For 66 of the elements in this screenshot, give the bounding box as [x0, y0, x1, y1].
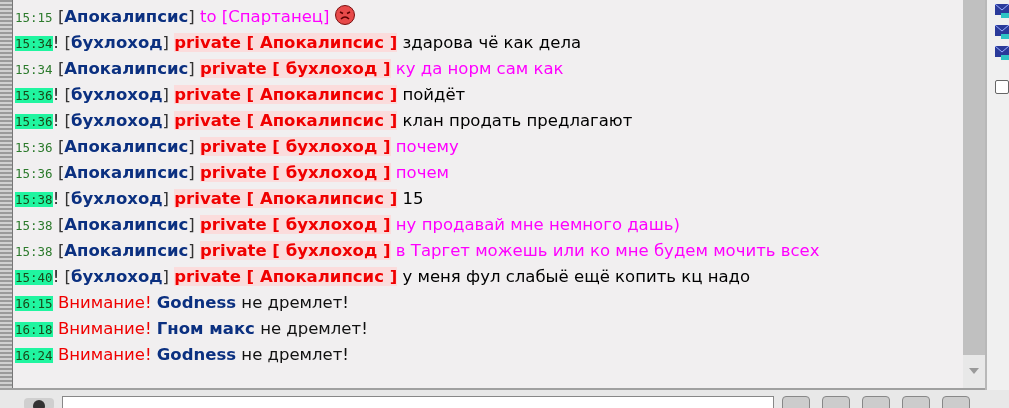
private-label: private [ Апокалипсис ] [174, 267, 398, 286]
timestamp: 15:38 [15, 192, 53, 207]
private-label: private [ бухлоход ] [200, 215, 391, 234]
message-text: почему [395, 137, 459, 156]
message-text: ку да норм сам как [395, 59, 564, 78]
scroll-down-icon[interactable] [969, 368, 979, 374]
private-mark: ! [52, 33, 60, 52]
message-text: не дремлет! [260, 319, 368, 338]
checkbox[interactable] [995, 80, 1009, 94]
private-label: private [ бухлоход ] [200, 241, 391, 260]
player-name: Гном макс [156, 319, 255, 338]
sender-name[interactable]: [бухлоход] [64, 267, 170, 286]
private-label: private [ бухлоход ] [200, 163, 391, 182]
sender-name[interactable]: [бухлоход] [64, 111, 170, 130]
envelope-icon[interactable] [995, 3, 1009, 19]
private-label: private [ Апокалипсис ] [174, 189, 398, 208]
sender-name[interactable]: [Апокалипсис] [57, 7, 195, 26]
private-label: private [ Апокалипсис ] [174, 111, 398, 130]
alert-label: Внимание! [57, 319, 152, 338]
private-label: private [ бухлоход ] [200, 59, 391, 78]
timestamp: 16:24 [15, 348, 53, 363]
player-name: Godness [156, 293, 237, 312]
message-text: клан продать предлагают [402, 111, 633, 130]
timestamp: 16:18 [15, 322, 53, 337]
sender-name[interactable]: [бухлоход] [64, 189, 170, 208]
private-label: private [ бухлоход ] [200, 137, 391, 156]
private-mark: ! [52, 189, 60, 208]
alert-label: Внимание! [57, 345, 152, 364]
private-label: private [ Апокалипсис ] [174, 85, 398, 104]
timestamp: 15:40 [15, 270, 53, 285]
message-text: пойдёт [402, 85, 466, 104]
timestamp: 16:15 [15, 296, 53, 311]
timestamp: 15:38 [15, 244, 53, 259]
person-icon[interactable] [24, 396, 54, 408]
alert-label: Внимание! [57, 293, 152, 312]
message-text: у меня фул слабыё ещё копить кц надо [402, 267, 751, 286]
timestamp: 15:38 [15, 218, 53, 233]
message-text: здарова чё как дела [402, 33, 582, 52]
timestamp: 15:36 [15, 114, 53, 129]
private-mark: ! [52, 85, 60, 104]
sender-name[interactable]: [Апокалипсис] [57, 59, 195, 78]
message-text: 15 [402, 189, 424, 208]
envelope-icon[interactable] [995, 45, 1009, 61]
timestamp: 15:36 [15, 140, 53, 155]
timestamp: 15:34 [15, 62, 53, 77]
message-text: в Таргет можешь или ко мне будем мочить всех [395, 241, 820, 260]
timestamp: 15:36 [15, 166, 53, 181]
envelope-icon[interactable] [995, 24, 1009, 40]
sender-name[interactable]: [бухлоход] [64, 33, 170, 52]
message-text: ну продавай мне немного дашь) [395, 215, 680, 234]
private-mark: ! [52, 267, 60, 286]
sender-name[interactable]: [Апокалипсис] [57, 241, 195, 260]
message-text: не дремлет! [241, 345, 349, 364]
timestamp: 15:36 [15, 88, 53, 103]
private-label: private [ Апокалипсис ] [174, 33, 398, 52]
sender-name[interactable]: [бухлоход] [64, 85, 170, 104]
sender-name[interactable]: [Апокалипсис] [57, 137, 195, 156]
private-mark: ! [52, 111, 60, 130]
message-text: почем [395, 163, 450, 182]
sender-name[interactable]: [Апокалипсис] [57, 215, 195, 234]
recipient-label: to [Спартанец] [200, 7, 330, 26]
timestamp: 15:34 [15, 36, 53, 51]
timestamp: 15:15 [15, 10, 53, 25]
player-name: Godness [156, 345, 237, 364]
message-text: не дремлет! [241, 293, 349, 312]
sender-name[interactable]: [Апокалипсис] [57, 163, 195, 182]
